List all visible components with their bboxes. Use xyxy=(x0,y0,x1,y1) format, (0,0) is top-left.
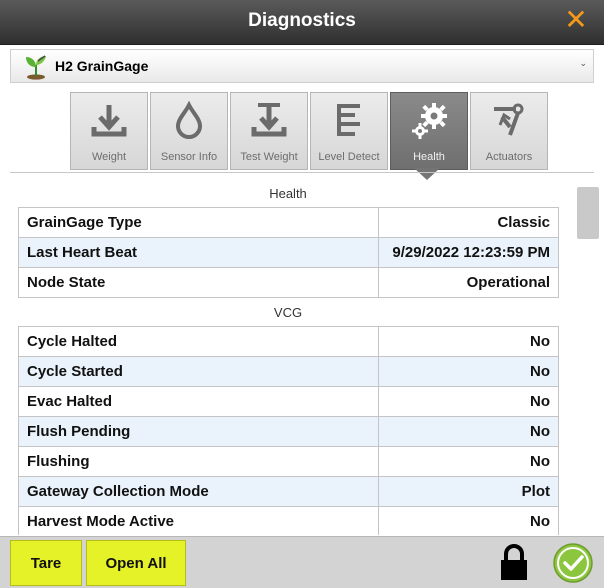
gears-icon xyxy=(412,103,447,139)
row-value: No xyxy=(378,446,559,477)
tab-label: Health xyxy=(413,151,445,163)
table-row: Harvest Mode Active No xyxy=(18,506,559,535)
diagnostics-window: Diagnostics ✕ H2 GrainGage ⌄ Weight Sens… xyxy=(0,0,604,588)
table-row: Evac Halted No xyxy=(18,386,559,417)
water-drop-icon xyxy=(175,101,203,139)
table-row: Cycle Halted No xyxy=(18,326,559,357)
row-label: Cycle Halted xyxy=(18,326,379,357)
table-row: Last Heart Beat 9/29/2022 12:23:59 PM xyxy=(18,237,559,268)
device-selector[interactable]: H2 GrainGage ⌄ xyxy=(10,49,594,83)
tab-health[interactable]: Health xyxy=(390,92,468,170)
tab-label: Actuators xyxy=(485,151,533,163)
row-value: No xyxy=(378,386,559,417)
row-value: No xyxy=(378,356,559,387)
row-value: No xyxy=(378,506,559,535)
actuator-arm-icon xyxy=(494,103,524,136)
scrollbar-thumb[interactable] xyxy=(577,187,599,239)
tare-button[interactable]: Tare xyxy=(10,540,82,586)
section-title-vcg: VCG xyxy=(273,305,303,320)
table-row: Flush Pending No xyxy=(18,416,559,447)
tab-level-detect[interactable]: Level Detect xyxy=(310,92,388,170)
row-value: 9/29/2022 12:23:59 PM xyxy=(378,237,559,268)
confirm-check-icon[interactable] xyxy=(552,542,594,584)
row-value: No xyxy=(378,416,559,447)
table-row: Gateway Collection Mode Plot xyxy=(18,476,559,507)
level-bars-icon xyxy=(337,104,360,136)
title-bar: Diagnostics ✕ xyxy=(0,0,604,45)
download-arrow-icon xyxy=(91,105,127,137)
vertical-scrollbar[interactable] xyxy=(576,187,602,535)
table-row: Cycle Started No xyxy=(18,356,559,387)
row-value: Classic xyxy=(378,207,559,238)
device-name: H2 GrainGage xyxy=(55,58,149,74)
tab-weight[interactable]: Weight xyxy=(70,92,148,170)
health-table: GrainGage Type Classic Last Heart Beat 9… xyxy=(18,207,559,298)
tab-test-weight[interactable]: Test Weight xyxy=(230,92,308,170)
close-icon[interactable]: ✕ xyxy=(562,6,590,34)
tab-sensor-info[interactable]: Sensor Info xyxy=(150,92,228,170)
tab-label: Level Detect xyxy=(318,151,380,163)
plant-icon xyxy=(26,55,46,80)
window-title: Diagnostics xyxy=(248,10,356,31)
row-label: Gateway Collection Mode xyxy=(18,476,379,507)
row-label: Harvest Mode Active xyxy=(18,506,379,535)
row-label: Node State xyxy=(18,267,379,298)
chevron-down-icon[interactable]: ⌄ xyxy=(579,59,587,69)
tab-label: Weight xyxy=(91,151,127,163)
section-title-health: Health xyxy=(269,186,307,201)
row-value: Operational xyxy=(378,267,559,298)
table-row: Flushing No xyxy=(18,446,559,477)
table-row: GrainGage Type Classic xyxy=(18,207,559,238)
test-weight-icon xyxy=(251,103,287,137)
row-label: Flushing xyxy=(18,446,379,477)
row-value: Plot xyxy=(378,476,559,507)
health-content[interactable]: Health GrainGage Type Classic Last Heart… xyxy=(0,173,604,535)
row-value: No xyxy=(378,326,559,357)
tab-label: Test Weight xyxy=(240,151,298,163)
row-label: Flush Pending xyxy=(18,416,379,447)
vcg-table: Cycle Halted No Cycle Started No Evac Ha… xyxy=(18,326,559,535)
lock-icon[interactable] xyxy=(498,544,530,582)
open-all-button[interactable]: Open All xyxy=(86,540,186,586)
row-label: Cycle Started xyxy=(18,356,379,387)
row-label: Evac Halted xyxy=(18,386,379,417)
tab-label: Sensor Info xyxy=(160,151,218,163)
table-row: Node State Operational xyxy=(18,267,559,298)
tab-actuators[interactable]: Actuators xyxy=(470,92,548,170)
row-label: Last Heart Beat xyxy=(18,237,379,268)
row-label: GrainGage Type xyxy=(18,207,379,238)
